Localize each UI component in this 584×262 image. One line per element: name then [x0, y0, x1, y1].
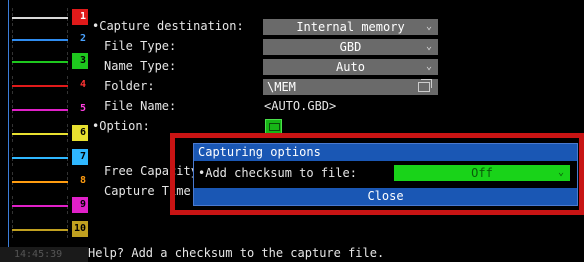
channel-trace	[12, 61, 68, 63]
logger-screen: 1 2 3 4 5 6 7 8 9 10 14:45:39 •Capture destinatio…	[0, 0, 584, 262]
option-settings-icon	[269, 123, 280, 131]
channel-row[interactable]: 7	[8, 148, 88, 166]
file-type-value: GBD	[339, 40, 362, 54]
channel-trace	[12, 181, 68, 183]
file-name-value: <AUTO.GBD>	[264, 99, 337, 113]
chevron-down-icon: ⌄	[425, 61, 432, 72]
channel-trace	[12, 229, 68, 231]
help-text: Help? Add a checksum to the capture file…	[88, 246, 385, 260]
channel-trace	[12, 85, 68, 87]
channel-row[interactable]: 3	[8, 52, 88, 70]
channel-row[interactable]: 8	[8, 172, 88, 190]
time-readout: 14:45:39	[14, 249, 63, 260]
option-button[interactable]	[265, 119, 282, 134]
file-name-label: File Name:	[104, 99, 177, 113]
checksum-value: Off	[471, 166, 493, 180]
channel-number: 6	[72, 125, 88, 141]
channel-number: 7	[72, 149, 88, 165]
channel-number: 8	[72, 173, 88, 189]
time-area: 14:45:39	[0, 247, 88, 262]
channel-row[interactable]: 1	[8, 8, 88, 26]
channel-row[interactable]: 6	[8, 124, 88, 142]
channel-trace	[12, 157, 68, 159]
capturing-options-dialog: Capturing options •Add checksum to file:…	[193, 143, 578, 206]
channel-number: 2	[72, 31, 88, 47]
channel-trace	[12, 133, 68, 135]
channel-row[interactable]: 2	[8, 30, 88, 48]
channel-number: 5	[72, 101, 88, 117]
checksum-select[interactable]: Off ⌄	[394, 165, 570, 181]
file-type-select[interactable]: GBD ⌄	[263, 39, 438, 55]
folder-label: Folder:	[104, 79, 155, 93]
folder-field[interactable]: \MEM	[263, 79, 438, 95]
channel-number: 9	[72, 197, 88, 213]
chevron-down-icon: ⌄	[557, 167, 564, 178]
option-label: •Option:	[92, 119, 150, 133]
channel-row[interactable]: 9	[8, 196, 88, 214]
capture-destination-value: Internal memory	[296, 20, 405, 34]
capture-destination-select[interactable]: Internal memory ⌄	[263, 19, 438, 35]
channel-trace	[12, 109, 68, 111]
channel-number: 4	[72, 77, 88, 93]
channel-row[interactable]: 5	[8, 100, 88, 118]
name-type-select[interactable]: Auto ⌄	[263, 59, 438, 75]
name-type-value: Auto	[336, 60, 365, 74]
channel-trace	[12, 39, 68, 41]
file-type-label: File Type:	[104, 39, 177, 53]
channel-trace	[12, 205, 68, 207]
channel-number: 10	[72, 221, 88, 237]
folder-value: \MEM	[267, 80, 296, 94]
channel-row[interactable]: 4	[8, 76, 88, 94]
name-type-label: Name Type:	[104, 59, 177, 73]
checksum-label: •Add checksum to file:	[198, 166, 357, 180]
folder-browse-icon[interactable]	[418, 79, 432, 92]
channel-row[interactable]: 10	[8, 220, 88, 238]
close-button[interactable]: Close	[194, 188, 577, 205]
chevron-down-icon: ⌄	[425, 41, 432, 52]
chevron-down-icon: ⌄	[425, 21, 432, 32]
channel-number: 1	[72, 9, 88, 25]
channel-strip: 1 2 3 4 5 6 7 8 9 10 14:45:39	[0, 0, 88, 262]
channel-number: 3	[72, 53, 88, 69]
channel-trace	[12, 17, 68, 19]
dialog-title: Capturing options	[194, 144, 577, 161]
capture-destination-label: •Capture destination:	[92, 19, 244, 33]
